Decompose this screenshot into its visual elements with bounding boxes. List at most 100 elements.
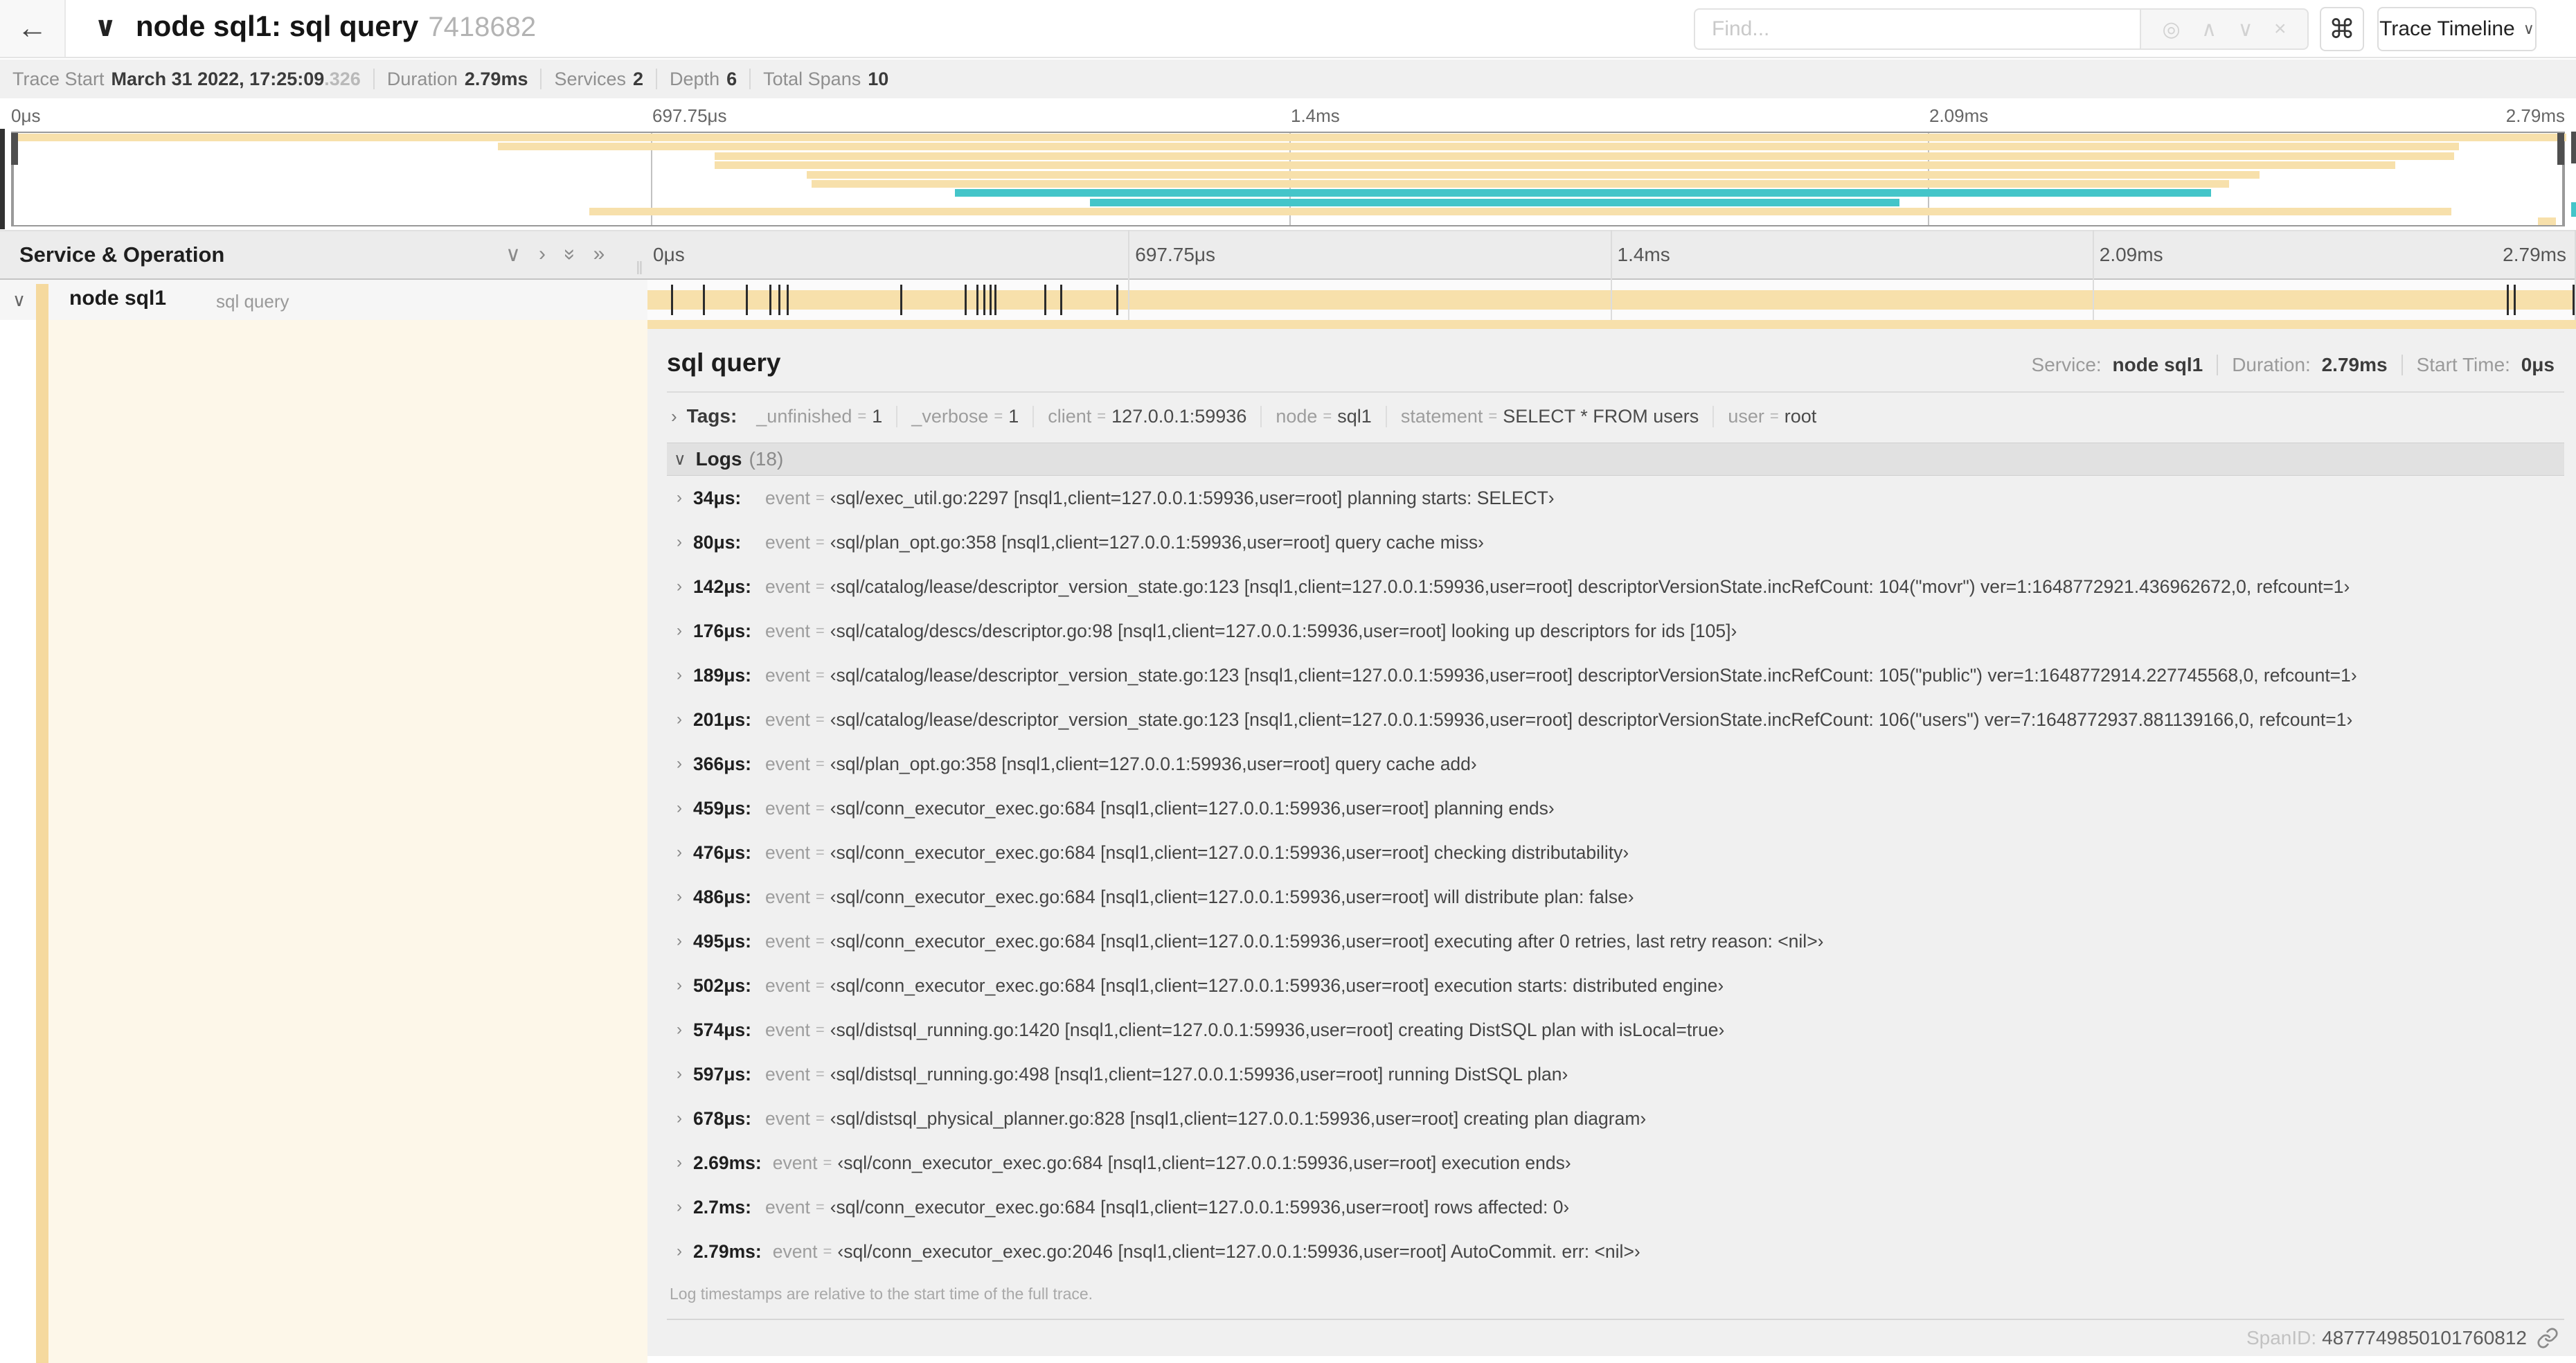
span-timeline-cell[interactable]: [647, 280, 2576, 320]
tag-item[interactable]: statement = SELECT * FROM users: [1387, 405, 1715, 427]
log-field-key: event: [765, 1019, 810, 1040]
chevron-right-icon[interactable]: ›: [677, 1064, 682, 1084]
log-marker-tick[interactable]: [1059, 285, 1062, 315]
find-input[interactable]: [1694, 8, 2140, 50]
log-row[interactable]: › 678μs: event = ‹sql/distsql_physical_plann…: [667, 1096, 2564, 1141]
chevron-right-icon[interactable]: ›: [677, 533, 682, 552]
collapse-all-icon[interactable]: »: [557, 249, 582, 260]
collapse-trace-chevron-icon[interactable]: ∨: [94, 11, 116, 43]
prev-match-icon[interactable]: ∧: [2201, 17, 2217, 42]
span-duration-bar[interactable]: [647, 290, 2576, 310]
log-marker-tick[interactable]: [745, 285, 748, 315]
span-row[interactable]: ∨ node sql1 sql query: [0, 280, 2576, 320]
keyboard-shortcuts-button[interactable]: ⌘: [2320, 7, 2364, 51]
log-marker-tick[interactable]: [670, 285, 673, 315]
log-field-value: ‹sql/conn_executor_exec.go:684 [nsql1,cl…: [830, 841, 1629, 863]
log-row[interactable]: › 459μs: event = ‹sql/conn_executor_exec.go:…: [667, 786, 2564, 830]
log-marker-tick[interactable]: [900, 285, 903, 315]
chevron-right-icon[interactable]: ›: [677, 1020, 682, 1040]
trace-info-label: Services: [554, 68, 626, 89]
tag-item[interactable]: node = sql1: [1262, 405, 1387, 427]
chevron-right-icon[interactable]: ›: [677, 666, 682, 685]
chevron-right-icon[interactable]: ›: [677, 621, 682, 641]
chevron-right-icon[interactable]: ›: [677, 976, 682, 995]
log-marker-tick[interactable]: [778, 285, 780, 315]
log-row[interactable]: › 495μs: event = ‹sql/conn_executor_exec.go:…: [667, 919, 2564, 963]
log-marker-tick[interactable]: [2507, 285, 2510, 315]
column-resizer[interactable]: ‖: [636, 258, 645, 279]
log-marker-tick[interactable]: [2514, 285, 2516, 315]
right-edge-scrubber[interactable]: [2571, 132, 2576, 163]
expand-all-icon[interactable]: »: [593, 242, 605, 267]
log-row[interactable]: › 502μs: event = ‹sql/conn_executor_exec.go:…: [667, 963, 2564, 1008]
chevron-right-icon[interactable]: ›: [677, 1109, 682, 1128]
log-row[interactable]: › 574μs: event = ‹sql/distsql_running.go:142…: [667, 1008, 2564, 1052]
log-row[interactable]: › 2.69ms: event = ‹sql/conn_executor_exec.go…: [667, 1141, 2564, 1185]
find-group: ◎ ∧ ∨ ×: [1694, 8, 2309, 50]
log-row[interactable]: › 201μs: event = ‹sql/catalog/lease/descript…: [667, 697, 2564, 742]
chevron-right-icon[interactable]: ›: [677, 1153, 682, 1173]
log-marker-tick[interactable]: [983, 285, 986, 315]
next-match-icon[interactable]: ∨: [2238, 17, 2253, 42]
chevron-right-icon[interactable]: ›: [677, 710, 682, 729]
log-marker-tick[interactable]: [994, 285, 997, 315]
log-row[interactable]: › 142μs: event = ‹sql/catalog/lease/descript…: [667, 564, 2564, 609]
log-row[interactable]: › 476μs: event = ‹sql/conn_executor_exec.go:…: [667, 830, 2564, 875]
chevron-right-icon[interactable]: ›: [677, 577, 682, 596]
chevron-right-icon[interactable]: ›: [671, 406, 677, 427]
tag-item[interactable]: _verbose = 1: [897, 405, 1035, 427]
minimap-span-bar: [715, 152, 2454, 160]
expand-one-icon[interactable]: ›: [539, 242, 546, 267]
log-row[interactable]: › 597μs: event = ‹sql/distsql_running.go:498…: [667, 1052, 2564, 1096]
log-row[interactable]: › 2.7ms: event = ‹sql/conn_executor_exec.go:…: [667, 1185, 2564, 1229]
chevron-right-icon[interactable]: ›: [677, 488, 682, 508]
span-collapse-chevron-icon[interactable]: ∨: [12, 289, 26, 311]
tag-item[interactable]: client = 127.0.0.1:59936: [1034, 405, 1262, 427]
log-marker-tick[interactable]: [702, 285, 705, 315]
equals-icon: =: [1488, 407, 1498, 425]
log-marker-tick[interactable]: [976, 285, 979, 315]
trace-view-select[interactable]: Trace Timeline ∨: [2377, 7, 2537, 51]
chevron-right-icon[interactable]: ›: [677, 887, 682, 907]
minimap-left-scrubber[interactable]: [11, 133, 18, 165]
log-marker-tick[interactable]: [1044, 285, 1046, 315]
log-row[interactable]: › 486μs: event = ‹sql/conn_executor_exec.go:…: [667, 875, 2564, 919]
tag-item[interactable]: _unfinished = 1: [742, 405, 898, 427]
minimap-right-scrubber[interactable]: [2557, 133, 2564, 165]
log-marker-tick[interactable]: [1116, 285, 1118, 315]
log-row[interactable]: › 80μs: event = ‹sql/plan_opt.go:358 [nsql1,…: [667, 520, 2564, 564]
span-detail-bar: [647, 320, 2576, 329]
trace-id: 7418682: [428, 12, 537, 42]
log-timestamp: 476μs:: [693, 841, 751, 863]
log-row[interactable]: › 366μs: event = ‹sql/plan_opt.go:358 [nsql1…: [667, 742, 2564, 786]
collapse-one-icon[interactable]: ∨: [506, 242, 521, 267]
log-row[interactable]: › 189μs: event = ‹sql/catalog/lease/descript…: [667, 653, 2564, 697]
log-marker-tick[interactable]: [965, 285, 967, 315]
minimap-span-bar: [812, 180, 2230, 188]
minimap-canvas[interactable]: [11, 132, 2566, 226]
logs-header[interactable]: ∨ Logs (18): [667, 443, 2564, 476]
back-button[interactable]: ←: [0, 0, 66, 57]
chevron-right-icon[interactable]: ›: [677, 754, 682, 774]
chevron-right-icon[interactable]: ›: [677, 799, 682, 818]
tag-item[interactable]: user = root: [1714, 406, 1830, 427]
log-row[interactable]: › 34μs: event = ‹sql/exec_util.go:2297 [nsql…: [667, 476, 2564, 520]
tags-row[interactable]: › Tags: _unfinished = 1 _verbose = 1 client = 12…: [667, 393, 2564, 443]
log-marker-tick[interactable]: [990, 285, 992, 315]
log-field-value: ‹sql/catalog/lease/descriptor_version_st…: [830, 709, 2353, 730]
log-marker-tick[interactable]: [786, 285, 789, 315]
log-field-key: event: [765, 974, 810, 996]
locate-icon[interactable]: ◎: [2162, 17, 2180, 42]
chevron-right-icon[interactable]: ›: [677, 1197, 682, 1217]
copy-link-icon[interactable]: [2537, 1327, 2559, 1349]
chevron-right-icon[interactable]: ›: [677, 843, 682, 862]
log-row[interactable]: › 176μs: event = ‹sql/catalog/descs/descript…: [667, 609, 2564, 653]
chevron-right-icon[interactable]: ›: [677, 1242, 682, 1261]
trace-info-value: 10: [868, 68, 889, 89]
log-row[interactable]: › 2.79ms: event = ‹sql/conn_executor_exec.go…: [667, 1229, 2564, 1274]
clear-find-icon[interactable]: ×: [2274, 17, 2287, 41]
timeline-gridline: [1610, 230, 1612, 320]
chevron-right-icon[interactable]: ›: [677, 932, 682, 951]
log-field-key: event: [765, 487, 810, 508]
log-marker-tick[interactable]: [769, 285, 771, 315]
